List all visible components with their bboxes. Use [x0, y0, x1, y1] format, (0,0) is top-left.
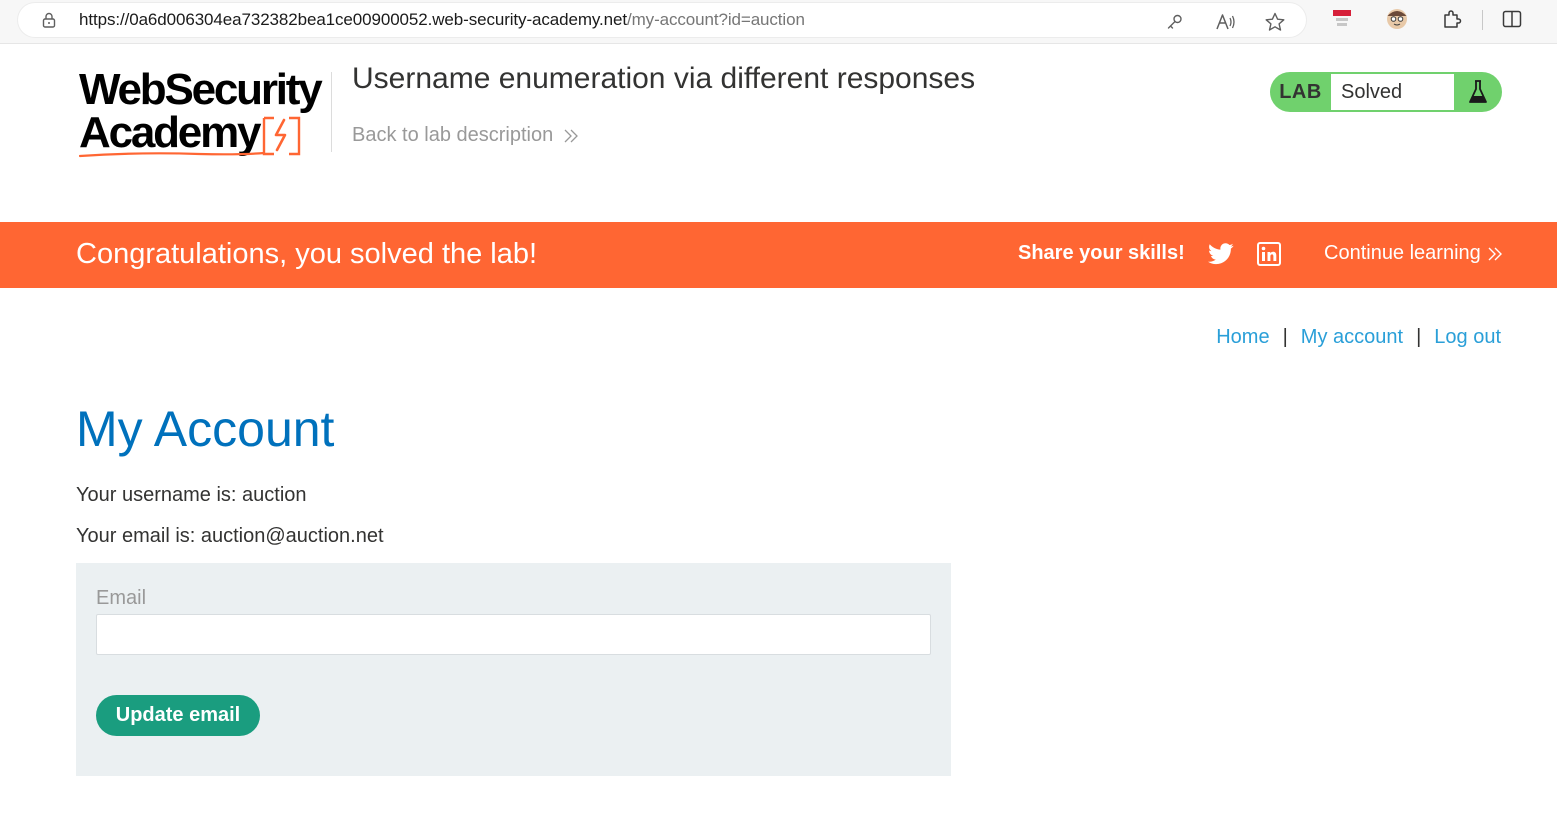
update-email-button[interactable]: Update email [96, 695, 260, 736]
key-icon[interactable] [1164, 11, 1186, 33]
url-path: /my-account?id=auction [627, 10, 805, 29]
extension-badge-icon[interactable] [1331, 8, 1353, 30]
logo-lightning-icon [262, 116, 301, 156]
favorite-star-icon[interactable] [1264, 11, 1286, 33]
nav-log-out-link[interactable]: Log out [1434, 326, 1501, 349]
nav-home-link[interactable]: Home [1216, 326, 1269, 349]
nav-separator: | [1282, 326, 1288, 348]
read-aloud-icon[interactable] [1215, 11, 1237, 33]
email-label: Email [96, 587, 147, 609]
twitter-icon[interactable] [1208, 242, 1234, 266]
solved-banner: Congratulations, you solved the lab! Sha… [0, 222, 1557, 288]
lab-status-text: Solved [1331, 74, 1454, 110]
toolbar-divider [1482, 10, 1483, 30]
nav-my-account-link[interactable]: My account [1301, 326, 1403, 349]
share-your-skills-label: Share your skills! [1018, 242, 1185, 264]
url-text[interactable]: https://0a6d006304ea732382bea1ce00900052… [79, 10, 805, 30]
email-input[interactable] [96, 614, 931, 655]
double-chevron-right-icon [1488, 247, 1502, 260]
change-email-form: Email Update email [76, 563, 951, 776]
solved-message: Congratulations, you solved the lab! [76, 238, 538, 270]
top-navigation: Home | My account | Log out [1216, 326, 1501, 349]
lab-badge: LAB [1279, 80, 1322, 103]
nav-separator: | [1416, 326, 1422, 348]
lab-status-widget: LAB Solved [1270, 72, 1502, 112]
linkedin-icon[interactable] [1257, 242, 1281, 266]
page-title: My Account [76, 401, 335, 457]
username-info: Your username is: auction [76, 484, 307, 506]
continue-learning-link[interactable]: Continue learning [1324, 242, 1503, 265]
extensions-puzzle-icon[interactable] [1441, 8, 1463, 30]
url-host: https://0a6d006304ea732382bea1ce00900052… [79, 10, 627, 29]
continue-learning-label: Continue learning [1324, 242, 1481, 264]
logo-underline-icon [79, 151, 266, 158]
lab-title: Username enumeration via different respo… [352, 62, 976, 95]
logo-text-line1: WebSecurity [79, 65, 323, 114]
back-link-label: Back to lab description [352, 124, 554, 146]
profile-avatar-icon[interactable] [1386, 8, 1408, 30]
browser-toolbar: https://0a6d006304ea732382bea1ce00900052… [0, 0, 1557, 44]
address-bar[interactable]: https://0a6d006304ea732382bea1ce00900052… [18, 3, 1306, 37]
double-chevron-right-icon [564, 129, 579, 142]
back-to-lab-description-link[interactable]: Back to lab description [352, 124, 579, 147]
split-screen-icon[interactable] [1501, 8, 1523, 30]
email-info: Your email is: auction@auction.net [76, 525, 384, 547]
web-security-academy-logo[interactable]: WebSecurity Academy [79, 68, 329, 164]
header-divider [331, 72, 332, 152]
flask-icon [1454, 79, 1502, 105]
lock-icon[interactable] [40, 11, 58, 29]
